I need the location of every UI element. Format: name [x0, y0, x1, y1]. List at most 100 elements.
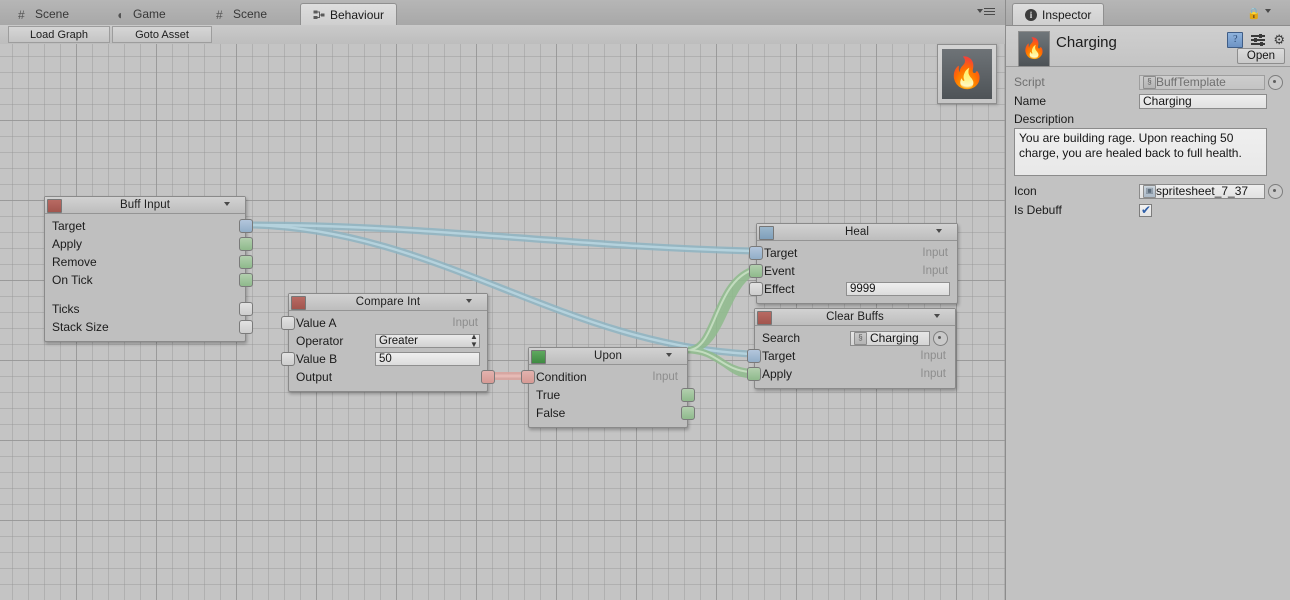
node-row-on-tick[interactable]: On Tick: [45, 271, 253, 289]
node-buff-input[interactable]: Buff Input Target Apply Remove On Tick T…: [44, 196, 253, 342]
node-menu-button[interactable]: [670, 351, 684, 361]
node-row-target[interactable]: Target: [45, 217, 253, 235]
port-label: Target: [52, 219, 86, 233]
input-port-value-b[interactable]: [281, 352, 295, 366]
asset-title: Charging: [1056, 34, 1117, 51]
gear-icon[interactable]: ⚙: [1273, 33, 1285, 47]
port-placeholder: Input: [922, 265, 948, 277]
input-port-event[interactable]: [749, 264, 763, 278]
node-menu-button[interactable]: [940, 227, 954, 237]
effect-input[interactable]: 9999: [846, 282, 950, 296]
graph-canvas[interactable]: Buff Input Target Apply Remove On Tick T…: [0, 44, 1005, 600]
goto-asset-button[interactable]: Goto Asset: [112, 26, 212, 43]
asset-preview-thumbnail: 🔥: [937, 44, 997, 104]
tab-scene-1[interactable]: Scene: [6, 3, 81, 25]
tab-game[interactable]: Game: [104, 3, 178, 25]
tab-scene-2[interactable]: Scene: [204, 3, 279, 25]
tab-behaviour[interactable]: Behaviour: [300, 3, 398, 25]
script-field: BuffTemplate: [1139, 74, 1265, 90]
port-label: Apply: [52, 237, 83, 251]
node-row-apply[interactable]: Apply: [45, 235, 253, 253]
port-label: Ticks: [52, 302, 80, 316]
output-port-true[interactable]: [681, 388, 695, 402]
name-input[interactable]: Charging: [1139, 93, 1267, 109]
node-type-icon: [759, 226, 774, 240]
object-picker-icon[interactable]: [1268, 74, 1283, 90]
input-port-value-a[interactable]: [281, 316, 295, 330]
window-menu-button[interactable]: [977, 7, 999, 19]
preset-icon[interactable]: [1251, 33, 1266, 47]
search-object-value: Charging: [870, 331, 919, 345]
port-label: Value B: [296, 352, 338, 366]
node-header[interactable]: Upon: [529, 348, 687, 365]
node-heal[interactable]: Heal Target Input Event Input Effect 999…: [749, 223, 958, 304]
node-header[interactable]: Clear Buffs: [755, 309, 955, 326]
description-textarea[interactable]: You are building rage. Upon reaching 50 …: [1014, 128, 1267, 176]
node-row-remove[interactable]: Remove: [45, 253, 253, 271]
node-menu-button[interactable]: [470, 297, 484, 307]
node-row-value-b[interactable]: Value B 50: [281, 350, 487, 368]
help-book-icon[interactable]: ?: [1227, 32, 1244, 48]
output-port-ticks[interactable]: [239, 302, 253, 316]
lock-icon[interactable]: 🔒: [1247, 7, 1261, 20]
tab-label: Behaviour: [330, 7, 385, 22]
node-row-target[interactable]: Target Input: [749, 244, 957, 262]
input-port-apply[interactable]: [747, 367, 761, 381]
object-picker-icon[interactable]: [1268, 183, 1283, 199]
node-type-icon: [47, 199, 62, 213]
output-port-on-tick[interactable]: [239, 273, 253, 287]
port-label: Condition: [536, 370, 587, 384]
node-clear-buffs[interactable]: Clear Buffs Search Charging Target Input: [747, 308, 956, 389]
node-row-false[interactable]: False: [529, 404, 695, 422]
node-menu-button[interactable]: [228, 200, 242, 210]
chevron-updown-icon: ▲ ▼: [470, 332, 478, 349]
is-debuff-checkbox[interactable]: [1139, 203, 1152, 217]
script-asset-icon: [854, 331, 867, 345]
node-row-apply[interactable]: Apply Input: [747, 365, 955, 383]
node-type-icon: [291, 296, 306, 310]
load-graph-button[interactable]: Load Graph: [8, 26, 110, 43]
node-row-effect[interactable]: Effect 9999: [749, 280, 957, 298]
node-title: Clear Buffs: [826, 311, 884, 323]
port-label: True: [536, 388, 561, 402]
node-row-target[interactable]: Target Input: [747, 347, 955, 365]
input-port-target[interactable]: [747, 349, 761, 363]
tab-inspector[interactable]: i Inspector: [1012, 3, 1105, 25]
search-object-field[interactable]: Charging: [850, 330, 930, 346]
output-port-stack-size[interactable]: [239, 320, 253, 334]
port-label: Stack Size: [52, 320, 109, 334]
node-header[interactable]: Buff Input: [45, 197, 245, 214]
node-menu-button[interactable]: [938, 312, 952, 322]
output-port-target[interactable]: [239, 219, 253, 233]
port-label: On Tick: [52, 273, 93, 287]
input-port-effect[interactable]: [749, 282, 763, 296]
field-row-is-debuff: Is Debuff: [1014, 201, 1283, 219]
input-port-condition[interactable]: [521, 370, 535, 384]
output-port-apply[interactable]: [239, 237, 253, 251]
output-port-remove[interactable]: [239, 255, 253, 269]
node-header[interactable]: Heal: [757, 224, 957, 241]
output-port-output[interactable]: [481, 370, 495, 384]
node-upon[interactable]: Upon Condition Input True False: [521, 347, 695, 428]
operator-dropdown[interactable]: Greater ▲ ▼: [375, 332, 480, 349]
node-row-output[interactable]: Output: [289, 368, 495, 386]
node-header[interactable]: Compare Int: [289, 294, 487, 311]
output-port-false[interactable]: [681, 406, 695, 420]
input-port-target[interactable]: [749, 246, 763, 260]
node-row-true[interactable]: True: [529, 386, 695, 404]
node-compare-int[interactable]: Compare Int Value A Input Operator Great…: [281, 293, 495, 392]
open-button[interactable]: Open: [1237, 48, 1285, 64]
value-b-input[interactable]: 50: [375, 352, 480, 366]
object-picker-icon[interactable]: [933, 330, 948, 346]
node-row-event[interactable]: Event Input: [749, 262, 957, 280]
port-label: Search: [762, 331, 801, 345]
node-row-operator[interactable]: Operator Greater ▲ ▼: [289, 332, 487, 350]
node-row-value-a[interactable]: Value A Input: [281, 314, 487, 332]
inspector-menu-button[interactable]: [1269, 7, 1285, 18]
node-row-ticks[interactable]: Ticks: [45, 300, 253, 318]
node-row-condition[interactable]: Condition Input: [521, 368, 687, 386]
node-row-search[interactable]: Search Charging: [755, 329, 955, 347]
node-row-stack-size[interactable]: Stack Size: [45, 318, 253, 336]
icon-object-field[interactable]: spritesheet_7_37: [1139, 183, 1265, 199]
hash-icon: [18, 8, 30, 20]
